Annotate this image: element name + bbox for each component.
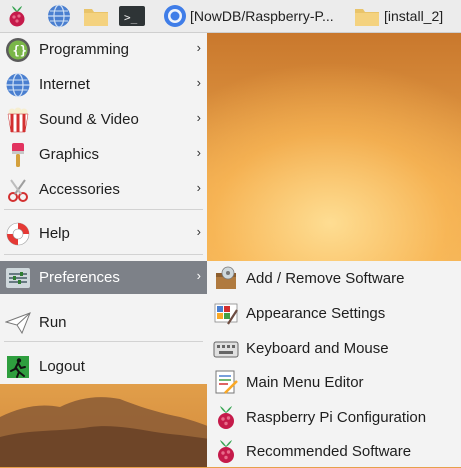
package-icon: [213, 265, 239, 291]
submenu-item-label: Add / Remove Software: [246, 269, 405, 287]
menu-item-label: Help: [39, 225, 70, 242]
menu-item-label: Programming: [39, 41, 130, 58]
submenu-arrow-icon: ›: [196, 224, 201, 239]
raspberry-menu-icon[interactable]: [3, 3, 31, 29]
submenu-item-keyboard-mouse[interactable]: Keyboard and Mouse: [207, 331, 461, 365]
preferences-icon: [5, 265, 31, 291]
submenu-arrow-icon: ›: [196, 75, 201, 90]
submenu-arrow-icon: ›: [196, 40, 201, 55]
menu-item-label: Run: [39, 314, 67, 331]
submenu-item-label: Raspberry Pi Configuration: [246, 408, 427, 426]
menu-item-label: Preferences: [39, 269, 120, 286]
submenu-item-main-menu-editor[interactable]: Main Menu Editor: [207, 365, 461, 399]
menu-item-programming[interactable]: {} Programming ›: [0, 33, 207, 66]
paintbrush-icon: [5, 142, 31, 168]
svg-text:>_: >_: [124, 11, 138, 24]
submenu-arrow-icon: ›: [196, 268, 201, 283]
file-manager-icon[interactable]: [82, 3, 110, 29]
raspberry-icon: [213, 438, 239, 464]
exit-icon: [5, 354, 31, 380]
menu-separator: [4, 254, 203, 255]
submenu-arrow-icon: ›: [196, 145, 201, 160]
internet-icon: [5, 72, 31, 98]
menu-item-help[interactable]: Help ›: [0, 217, 207, 250]
submenu-arrow-icon: ›: [196, 110, 201, 125]
menu-item-label: Internet: [39, 76, 90, 93]
paper-plane-icon: [5, 310, 31, 336]
submenu-arrow-icon: ›: [196, 180, 201, 195]
menu-editor-icon: [213, 369, 239, 395]
menu-item-label: Graphics: [39, 146, 100, 163]
taskbar-task-label: [NowDB/Raspberry-P...: [190, 8, 334, 24]
preferences-submenu: Add / Remove Software Appearance Setting…: [207, 261, 461, 467]
hills-silhouette: [0, 397, 210, 467]
folder-icon: [352, 4, 382, 28]
accessories-icon: [5, 177, 31, 203]
menu-item-run[interactable]: Run: [0, 306, 207, 339]
main-menu: {} Programming › Internet › Sound & Vide…: [0, 33, 207, 384]
submenu-item-add-remove-software[interactable]: Add / Remove Software: [207, 261, 461, 295]
terminal-icon[interactable]: >_: [118, 3, 146, 29]
menu-separator: [4, 209, 203, 210]
taskbar-task-folder[interactable]: [install_2]: [352, 3, 460, 29]
chromium-icon: [162, 4, 188, 28]
taskbar: >_ [NowDB/Raspberry-P... [install_2]: [0, 0, 461, 33]
submenu-item-label: Keyboard and Mouse: [246, 339, 389, 357]
web-browser-icon[interactable]: [45, 3, 73, 29]
lifebuoy-icon: [5, 221, 31, 247]
menu-item-graphics[interactable]: Graphics ›: [0, 138, 207, 171]
menu-item-preferences[interactable]: Preferences ›: [0, 261, 207, 294]
submenu-item-recommended-software[interactable]: Recommended Software: [207, 434, 461, 468]
popcorn-icon: [5, 107, 31, 133]
submenu-item-label: Recommended Software: [246, 442, 412, 460]
menu-item-label: Logout: [39, 358, 85, 375]
menu-separator: [4, 341, 203, 342]
menu-item-accessories[interactable]: Accessories ›: [0, 173, 207, 206]
raspberry-icon: [213, 404, 239, 430]
submenu-item-appearance-settings[interactable]: Appearance Settings: [207, 296, 461, 330]
menu-item-label: Accessories: [39, 181, 120, 198]
appearance-icon: [213, 300, 239, 326]
programming-icon: {}: [5, 37, 31, 63]
menu-item-logout[interactable]: Logout: [0, 350, 207, 383]
menu-item-label: Sound & Video: [39, 111, 139, 128]
taskbar-task-label: [install_2]: [384, 8, 444, 24]
submenu-item-label: Main Menu Editor: [246, 373, 364, 391]
submenu-item-raspberry-pi-configuration[interactable]: Raspberry Pi Configuration: [207, 400, 461, 434]
keyboard-icon: [213, 335, 239, 361]
svg-text:{}: {}: [13, 43, 27, 57]
submenu-item-label: Appearance Settings: [246, 304, 386, 322]
taskbar-task-chromium[interactable]: [NowDB/Raspberry-P...: [162, 3, 348, 29]
menu-item-sound-video[interactable]: Sound & Video ›: [0, 103, 207, 136]
menu-item-internet[interactable]: Internet ›: [0, 68, 207, 101]
